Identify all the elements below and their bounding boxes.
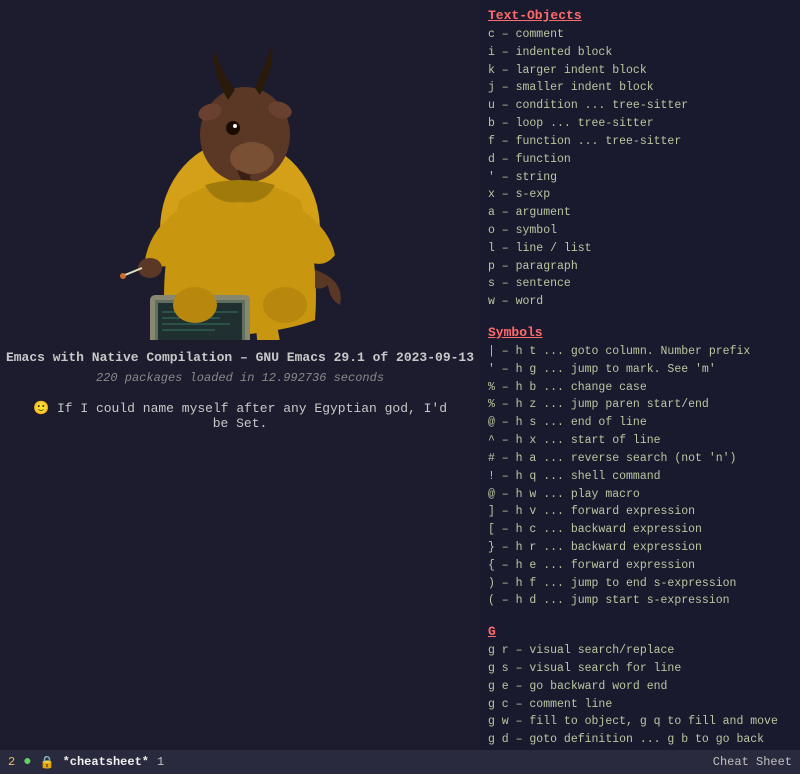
status-filename: *cheatsheet* xyxy=(63,755,149,769)
entry-0-1: i – indented block xyxy=(488,44,792,62)
entry-1-5: ^ – h x ... start of line xyxy=(488,432,792,450)
entry-1-8: @ – h w ... play macro xyxy=(488,486,792,504)
entry-2-1: g s – visual search for line xyxy=(488,660,792,678)
entry-1-7: ! – h q ... shell command xyxy=(488,468,792,486)
entry-0-10: a – argument xyxy=(488,204,792,222)
status-num2: 1 xyxy=(157,755,164,769)
entry-0-7: d – function xyxy=(488,151,792,169)
status-dot: ● xyxy=(23,754,31,770)
entry-0-14: s – sentence xyxy=(488,275,792,293)
smile-icon: 🙂 xyxy=(33,401,49,416)
entry-1-1: ' – h g ... jump to mark. See 'm' xyxy=(488,361,792,379)
packages-loaded: 220 packages loaded in 12.992736 seconds xyxy=(96,371,384,385)
section-title-2: G xyxy=(488,624,792,639)
status-number: 2 xyxy=(8,755,15,769)
left-panel: Emacs with Native Compilation – GNU Emac… xyxy=(0,0,480,774)
status-lock-icon: 🔒 xyxy=(40,755,55,770)
entry-1-11: } – h r ... backward expression xyxy=(488,539,792,557)
entry-2-3: g c – comment line xyxy=(488,696,792,714)
entry-0-15: w – word xyxy=(488,293,792,311)
emacs-title: Emacs with Native Compilation – GNU Emac… xyxy=(6,350,474,365)
entry-0-4: u – condition ... tree-sitter xyxy=(488,97,792,115)
entry-2-2: g e – go backward word end xyxy=(488,678,792,696)
entry-0-11: o – symbol xyxy=(488,222,792,240)
entry-0-6: f – function ... tree-sitter xyxy=(488,133,792,151)
entry-1-4: @ – h s ... end of line xyxy=(488,414,792,432)
entry-0-2: k – larger indent block xyxy=(488,62,792,80)
status-right-label: Cheat Sheet xyxy=(713,755,792,769)
section-title-1: Symbols xyxy=(488,325,792,340)
fortune-message: 🙂 If I could name myself after any Egypt… xyxy=(0,401,480,431)
entry-1-9: ] – h v ... forward expression xyxy=(488,503,792,521)
entry-0-0: c – comment xyxy=(488,26,792,44)
entry-0-3: j – smaller indent block xyxy=(488,79,792,97)
entry-2-0: g r – visual search/replace xyxy=(488,642,792,660)
entry-0-12: l – line / list xyxy=(488,240,792,258)
status-bar: 2 ● 🔒 *cheatsheet* 1 Cheat Sheet xyxy=(0,750,800,774)
entry-1-2: % – h b ... change case xyxy=(488,379,792,397)
entry-1-12: { – h e ... forward expression xyxy=(488,557,792,575)
entry-1-13: ) – h f ... jump to end s-expression xyxy=(488,575,792,593)
entry-1-10: [ – h c ... backward expression xyxy=(488,521,792,539)
entry-2-5: g d – goto definition ... g b to go back xyxy=(488,731,792,749)
entry-1-14: ( – h d ... jump start s-expression xyxy=(488,592,792,610)
entry-0-9: x – s-exp xyxy=(488,186,792,204)
section-title-0: Text-Objects xyxy=(488,8,792,23)
entry-2-4: g w – fill to object, g q to fill and mo… xyxy=(488,713,792,731)
entry-0-13: p – paragraph xyxy=(488,258,792,276)
entry-0-8: ' – string xyxy=(488,169,792,187)
entry-1-0: | – h t ... goto column. Number prefix xyxy=(488,343,792,361)
entry-0-5: b – loop ... tree-sitter xyxy=(488,115,792,133)
right-panel[interactable]: Text-Objects c – commenti – indented bloc… xyxy=(480,0,800,774)
gnu-mascot xyxy=(90,20,390,340)
entry-1-6: # – h a ... reverse search (not 'n') xyxy=(488,450,792,468)
entry-1-3: % – h z ... jump paren start/end xyxy=(488,396,792,414)
